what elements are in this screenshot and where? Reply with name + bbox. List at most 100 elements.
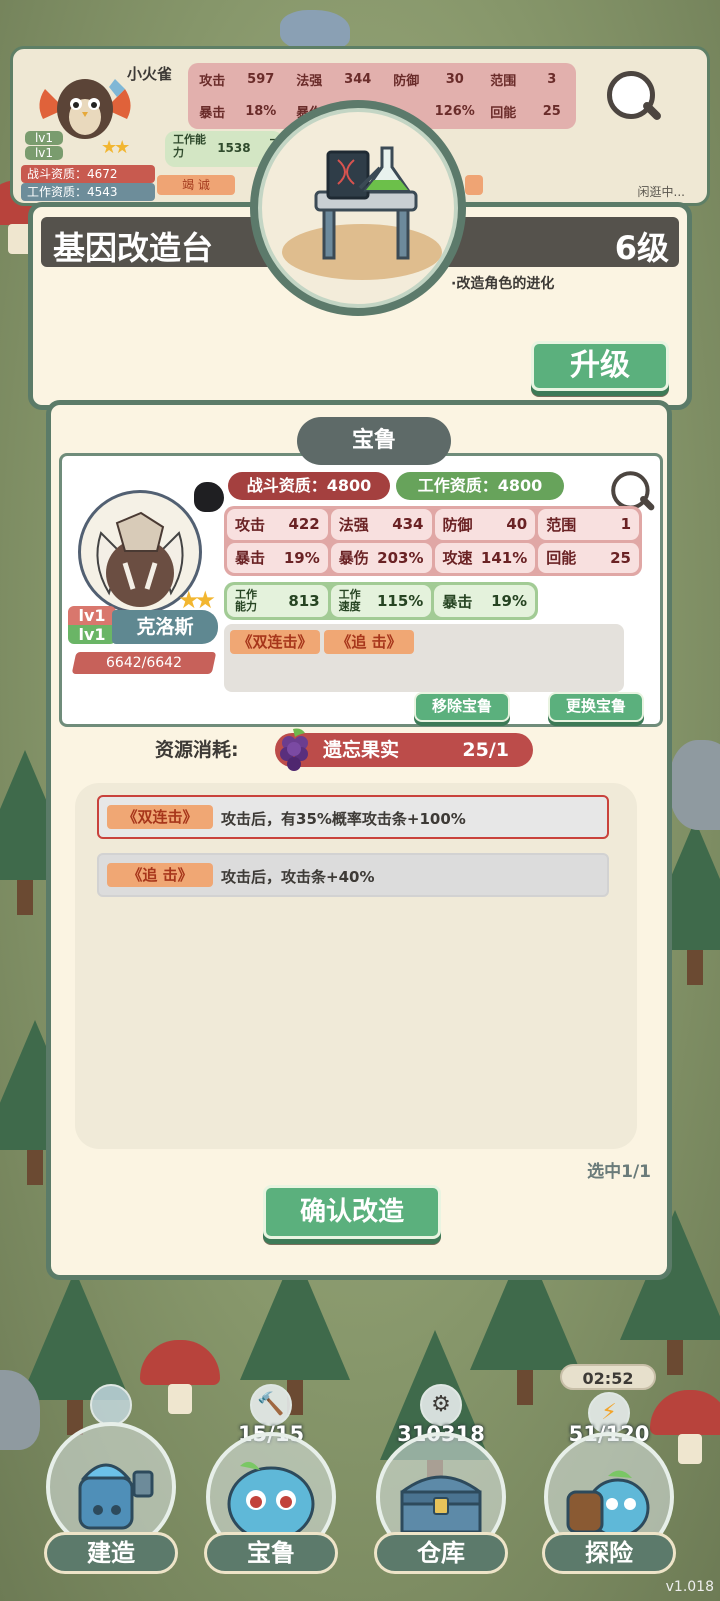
pet-hp-bar: 6642/6642 xyxy=(71,652,217,674)
stat-value: 3 xyxy=(547,71,557,87)
stat-label: 暴击 xyxy=(235,549,266,568)
skill-option[interactable]: 《双连击》 攻击后，有35%概率攻击条+100% xyxy=(97,795,609,839)
pet-name: 克洛斯 xyxy=(112,610,218,644)
level-text: lv1 xyxy=(25,131,63,145)
pet-stats-grid: 攻击 422 法强 434 防御 40 范围 1 暴击 19% 暴伤 203% 攻速 141%… xyxy=(224,506,642,576)
stat-label: 回能 xyxy=(546,549,577,568)
stat-crit: 暴击 19% xyxy=(227,542,328,573)
confirm-modify-button[interactable]: 确认改造 xyxy=(263,1185,441,1239)
skill-tag: 《双连击》 xyxy=(107,805,213,829)
rock xyxy=(670,740,720,830)
stat-value: 25 xyxy=(610,548,631,567)
stat-label: 暴伤 xyxy=(338,549,369,568)
star-rating: ★★ xyxy=(101,137,130,158)
stat-label: 范围 xyxy=(546,515,577,534)
work-speed: 工作速度 115% xyxy=(330,585,432,617)
stat-value: 813 xyxy=(288,592,320,610)
search-icon[interactable] xyxy=(603,67,663,127)
stat-value: 1 xyxy=(620,515,631,534)
cost-count: 25/1 xyxy=(462,739,509,761)
level-text: lv1 xyxy=(68,625,116,644)
mushroom xyxy=(140,1340,220,1414)
nav-pets[interactable]: 🔨 15/15 宝鲁 xyxy=(200,1384,342,1590)
gene-table-icon xyxy=(258,108,458,308)
pet-level-badge: lv1 lv1 xyxy=(68,606,116,644)
stat-value: 434 xyxy=(392,515,424,534)
bubble-icon xyxy=(90,1384,132,1426)
battle-resource: 战斗资质：4800 xyxy=(228,472,390,500)
stat-value: 597 xyxy=(247,71,275,87)
grape-icon xyxy=(279,727,311,771)
skill-tag: 《追 击》 xyxy=(107,863,213,887)
nav-label: 宝鲁 xyxy=(204,1532,338,1574)
level-text: lv1 xyxy=(68,606,116,625)
stat-label: 工作能力 xyxy=(235,588,257,613)
nav-label: 探险 xyxy=(542,1532,676,1574)
stat-value: 19% xyxy=(491,592,527,610)
stat-value: 115% xyxy=(376,592,424,610)
stat-label: 防御 xyxy=(442,515,473,534)
stat-label: 攻击 xyxy=(235,515,266,534)
stat-value: 422 xyxy=(288,515,320,534)
skill-option[interactable]: 《追 击》 攻击后，攻击条+40% xyxy=(97,853,609,897)
skill-name: 追 击 xyxy=(142,866,178,884)
battle-resource: 战斗资质：4672 xyxy=(21,165,155,183)
replace-pet-button[interactable]: 更换宝鲁 xyxy=(548,692,644,722)
stat-label: 法强 xyxy=(296,73,323,89)
pet-element-gem xyxy=(192,480,226,514)
stat-attack: 攻击 422 xyxy=(227,509,328,540)
skill-name: 追 击 xyxy=(351,633,387,651)
building-level: 6级 xyxy=(614,229,669,267)
work-ability: 工作能力 813 xyxy=(227,585,328,617)
hp-text: 6642/6642 xyxy=(106,655,182,671)
work-label: 工作能力 xyxy=(173,133,206,159)
work-resource: 工作资质：4800 xyxy=(396,472,564,500)
building-medallion xyxy=(250,100,466,316)
skill-description: 攻击后，有35%概率攻击条+100% xyxy=(221,810,466,828)
nav-build[interactable]: 建造 xyxy=(40,1384,182,1590)
stat-energy-regen: 回能 25 xyxy=(538,542,639,573)
skill-name: 双连击 xyxy=(252,633,298,651)
nav-label: 仓库 xyxy=(374,1532,508,1574)
pet-work-stats: 工作能力 813 工作速度 115% 暴击 19% xyxy=(224,582,538,620)
stat-value: 30 xyxy=(445,71,464,87)
stat-value: 203% xyxy=(377,548,424,567)
stat-label: 回能 xyxy=(490,105,517,121)
work-value: 1538 xyxy=(217,141,251,155)
pet-skill-area: 《双连击》 《追 击》 xyxy=(224,624,624,692)
skill-tag: 《追 击》 xyxy=(324,630,414,654)
stat-label: 工作速度 xyxy=(338,588,361,613)
skill-description: 攻击后，攻击条+40% xyxy=(221,868,375,886)
tree xyxy=(20,1270,130,1435)
trait-tag-edge xyxy=(465,175,483,195)
stat-value: 25 xyxy=(542,103,561,119)
version-text: v1.018 xyxy=(665,1579,714,1595)
nav-explore[interactable]: ⚡ 51/120 探险 xyxy=(538,1384,680,1590)
nav-storage[interactable]: ⚙ 310318 仓库 xyxy=(370,1384,512,1590)
skill-options-list: 《双连击》 攻击后，有35%概率攻击条+100% 《追 击》 攻击后，攻击条+4… xyxy=(75,783,637,1149)
building-description: ·改造角色的进化 xyxy=(451,276,555,292)
stat-value: 344 xyxy=(344,71,372,87)
stat-label: 攻速 xyxy=(442,549,473,568)
tab-title: 宝鲁 xyxy=(297,417,451,465)
stat-label: 攻击 xyxy=(199,73,226,89)
cost-bar: 遗忘果实 25/1 xyxy=(275,728,533,771)
skill-name: 双连击 xyxy=(137,808,183,826)
pet-card: ★★ lv1 lv1 克洛斯 6642/6642 战斗资质：4800 工作资质：… xyxy=(59,453,663,727)
modify-modal: ★★ lv1 lv1 克洛斯 6642/6642 战斗资质：4800 工作资质：… xyxy=(46,400,672,1280)
stat-value: 126% xyxy=(434,103,475,119)
rock xyxy=(280,10,350,50)
upgrade-button[interactable]: 升级 xyxy=(531,341,669,391)
stat-crit-damage: 暴伤 203% xyxy=(330,542,432,573)
level-text: lv1 xyxy=(25,146,63,160)
stat-value: 40 xyxy=(506,515,528,534)
stat-label: 法强 xyxy=(338,515,369,534)
remove-pet-button[interactable]: 移除宝鲁 xyxy=(414,692,510,722)
gear-icon: ⚙ xyxy=(420,1384,462,1426)
stat-value: 18% xyxy=(245,103,277,119)
work-resource: 工作资质：4543 xyxy=(21,183,155,201)
cost-label: 资源消耗: xyxy=(155,739,239,761)
stat-label: 暴击 xyxy=(442,592,473,611)
stat-label: 范围 xyxy=(490,73,517,89)
stat-value: 19% xyxy=(283,548,320,567)
